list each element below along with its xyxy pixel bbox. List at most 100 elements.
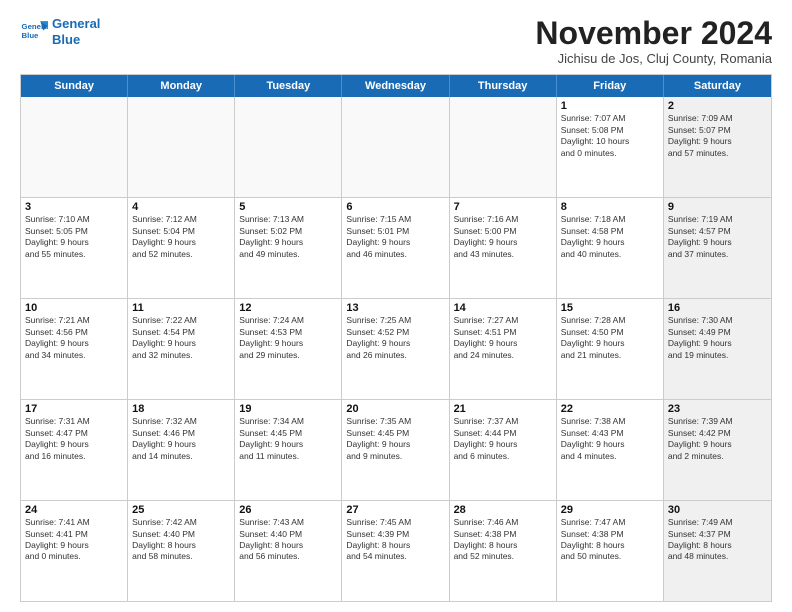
header-cell-saturday: Saturday xyxy=(664,75,771,97)
day-cell-25: 25Sunrise: 7:42 AM Sunset: 4:40 PM Dayli… xyxy=(128,501,235,601)
day-number: 1 xyxy=(561,100,659,112)
day-detail: Sunrise: 7:21 AM Sunset: 4:56 PM Dayligh… xyxy=(25,315,123,361)
day-detail: Sunrise: 7:46 AM Sunset: 4:38 PM Dayligh… xyxy=(454,517,552,563)
day-detail: Sunrise: 7:24 AM Sunset: 4:53 PM Dayligh… xyxy=(239,315,337,361)
header-cell-monday: Monday xyxy=(128,75,235,97)
day-detail: Sunrise: 7:22 AM Sunset: 4:54 PM Dayligh… xyxy=(132,315,230,361)
day-detail: Sunrise: 7:45 AM Sunset: 4:39 PM Dayligh… xyxy=(346,517,444,563)
calendar-body: 1Sunrise: 7:07 AM Sunset: 5:08 PM Daylig… xyxy=(21,97,771,601)
day-number: 16 xyxy=(668,302,767,314)
day-detail: Sunrise: 7:18 AM Sunset: 4:58 PM Dayligh… xyxy=(561,214,659,260)
empty-cell xyxy=(450,97,557,197)
day-number: 23 xyxy=(668,403,767,415)
day-number: 10 xyxy=(25,302,123,314)
day-number: 9 xyxy=(668,201,767,213)
day-number: 6 xyxy=(346,201,444,213)
empty-cell xyxy=(128,97,235,197)
day-cell-22: 22Sunrise: 7:38 AM Sunset: 4:43 PM Dayli… xyxy=(557,400,664,500)
day-cell-4: 4Sunrise: 7:12 AM Sunset: 5:04 PM Daylig… xyxy=(128,198,235,298)
day-cell-20: 20Sunrise: 7:35 AM Sunset: 4:45 PM Dayli… xyxy=(342,400,449,500)
calendar: SundayMondayTuesdayWednesdayThursdayFrid… xyxy=(20,74,772,602)
day-detail: Sunrise: 7:42 AM Sunset: 4:40 PM Dayligh… xyxy=(132,517,230,563)
empty-cell xyxy=(21,97,128,197)
day-detail: Sunrise: 7:32 AM Sunset: 4:46 PM Dayligh… xyxy=(132,416,230,462)
logo-line2: Blue xyxy=(52,32,80,47)
day-number: 3 xyxy=(25,201,123,213)
day-cell-14: 14Sunrise: 7:27 AM Sunset: 4:51 PM Dayli… xyxy=(450,299,557,399)
day-number: 24 xyxy=(25,504,123,516)
day-number: 18 xyxy=(132,403,230,415)
day-cell-12: 12Sunrise: 7:24 AM Sunset: 4:53 PM Dayli… xyxy=(235,299,342,399)
day-detail: Sunrise: 7:07 AM Sunset: 5:08 PM Dayligh… xyxy=(561,113,659,159)
day-number: 15 xyxy=(561,302,659,314)
day-detail: Sunrise: 7:27 AM Sunset: 4:51 PM Dayligh… xyxy=(454,315,552,361)
day-number: 21 xyxy=(454,403,552,415)
day-detail: Sunrise: 7:35 AM Sunset: 4:45 PM Dayligh… xyxy=(346,416,444,462)
day-cell-6: 6Sunrise: 7:15 AM Sunset: 5:01 PM Daylig… xyxy=(342,198,449,298)
day-number: 20 xyxy=(346,403,444,415)
day-detail: Sunrise: 7:34 AM Sunset: 4:45 PM Dayligh… xyxy=(239,416,337,462)
title-block: November 2024 Jichisu de Jos, Cluj Count… xyxy=(535,16,772,66)
day-detail: Sunrise: 7:47 AM Sunset: 4:38 PM Dayligh… xyxy=(561,517,659,563)
day-cell-18: 18Sunrise: 7:32 AM Sunset: 4:46 PM Dayli… xyxy=(128,400,235,500)
day-detail: Sunrise: 7:41 AM Sunset: 4:41 PM Dayligh… xyxy=(25,517,123,563)
day-detail: Sunrise: 7:10 AM Sunset: 5:05 PM Dayligh… xyxy=(25,214,123,260)
day-detail: Sunrise: 7:30 AM Sunset: 4:49 PM Dayligh… xyxy=(668,315,767,361)
day-cell-3: 3Sunrise: 7:10 AM Sunset: 5:05 PM Daylig… xyxy=(21,198,128,298)
calendar-row-4: 24Sunrise: 7:41 AM Sunset: 4:41 PM Dayli… xyxy=(21,500,771,601)
logo-line1: General xyxy=(52,16,100,31)
day-number: 28 xyxy=(454,504,552,516)
day-number: 12 xyxy=(239,302,337,314)
day-number: 29 xyxy=(561,504,659,516)
day-cell-28: 28Sunrise: 7:46 AM Sunset: 4:38 PM Dayli… xyxy=(450,501,557,601)
day-cell-29: 29Sunrise: 7:47 AM Sunset: 4:38 PM Dayli… xyxy=(557,501,664,601)
header-cell-friday: Friday xyxy=(557,75,664,97)
calendar-header: SundayMondayTuesdayWednesdayThursdayFrid… xyxy=(21,75,771,97)
day-detail: Sunrise: 7:12 AM Sunset: 5:04 PM Dayligh… xyxy=(132,214,230,260)
header-cell-sunday: Sunday xyxy=(21,75,128,97)
day-detail: Sunrise: 7:31 AM Sunset: 4:47 PM Dayligh… xyxy=(25,416,123,462)
calendar-row-3: 17Sunrise: 7:31 AM Sunset: 4:47 PM Dayli… xyxy=(21,399,771,500)
day-cell-13: 13Sunrise: 7:25 AM Sunset: 4:52 PM Dayli… xyxy=(342,299,449,399)
day-cell-23: 23Sunrise: 7:39 AM Sunset: 4:42 PM Dayli… xyxy=(664,400,771,500)
day-cell-30: 30Sunrise: 7:49 AM Sunset: 4:37 PM Dayli… xyxy=(664,501,771,601)
day-detail: Sunrise: 7:49 AM Sunset: 4:37 PM Dayligh… xyxy=(668,517,767,563)
header-cell-thursday: Thursday xyxy=(450,75,557,97)
day-cell-5: 5Sunrise: 7:13 AM Sunset: 5:02 PM Daylig… xyxy=(235,198,342,298)
day-detail: Sunrise: 7:38 AM Sunset: 4:43 PM Dayligh… xyxy=(561,416,659,462)
day-detail: Sunrise: 7:43 AM Sunset: 4:40 PM Dayligh… xyxy=(239,517,337,563)
day-cell-17: 17Sunrise: 7:31 AM Sunset: 4:47 PM Dayli… xyxy=(21,400,128,500)
day-number: 22 xyxy=(561,403,659,415)
day-number: 5 xyxy=(239,201,337,213)
day-detail: Sunrise: 7:15 AM Sunset: 5:01 PM Dayligh… xyxy=(346,214,444,260)
day-detail: Sunrise: 7:25 AM Sunset: 4:52 PM Dayligh… xyxy=(346,315,444,361)
day-number: 14 xyxy=(454,302,552,314)
day-cell-9: 9Sunrise: 7:19 AM Sunset: 4:57 PM Daylig… xyxy=(664,198,771,298)
page: General Blue General Blue November 2024 … xyxy=(0,0,792,612)
day-number: 26 xyxy=(239,504,337,516)
header: General Blue General Blue November 2024 … xyxy=(20,16,772,66)
day-cell-16: 16Sunrise: 7:30 AM Sunset: 4:49 PM Dayli… xyxy=(664,299,771,399)
day-cell-19: 19Sunrise: 7:34 AM Sunset: 4:45 PM Dayli… xyxy=(235,400,342,500)
day-detail: Sunrise: 7:16 AM Sunset: 5:00 PM Dayligh… xyxy=(454,214,552,260)
day-cell-11: 11Sunrise: 7:22 AM Sunset: 4:54 PM Dayli… xyxy=(128,299,235,399)
day-cell-15: 15Sunrise: 7:28 AM Sunset: 4:50 PM Dayli… xyxy=(557,299,664,399)
day-detail: Sunrise: 7:37 AM Sunset: 4:44 PM Dayligh… xyxy=(454,416,552,462)
empty-cell xyxy=(342,97,449,197)
calendar-row-1: 3Sunrise: 7:10 AM Sunset: 5:05 PM Daylig… xyxy=(21,197,771,298)
day-number: 27 xyxy=(346,504,444,516)
empty-cell xyxy=(235,97,342,197)
logo-text: General Blue xyxy=(52,16,100,47)
day-detail: Sunrise: 7:09 AM Sunset: 5:07 PM Dayligh… xyxy=(668,113,767,159)
day-number: 8 xyxy=(561,201,659,213)
day-number: 11 xyxy=(132,302,230,314)
logo: General Blue General Blue xyxy=(20,16,100,47)
day-cell-21: 21Sunrise: 7:37 AM Sunset: 4:44 PM Dayli… xyxy=(450,400,557,500)
day-number: 7 xyxy=(454,201,552,213)
day-number: 17 xyxy=(25,403,123,415)
day-number: 13 xyxy=(346,302,444,314)
day-cell-26: 26Sunrise: 7:43 AM Sunset: 4:40 PM Dayli… xyxy=(235,501,342,601)
day-number: 25 xyxy=(132,504,230,516)
day-detail: Sunrise: 7:19 AM Sunset: 4:57 PM Dayligh… xyxy=(668,214,767,260)
subtitle: Jichisu de Jos, Cluj County, Romania xyxy=(535,51,772,66)
